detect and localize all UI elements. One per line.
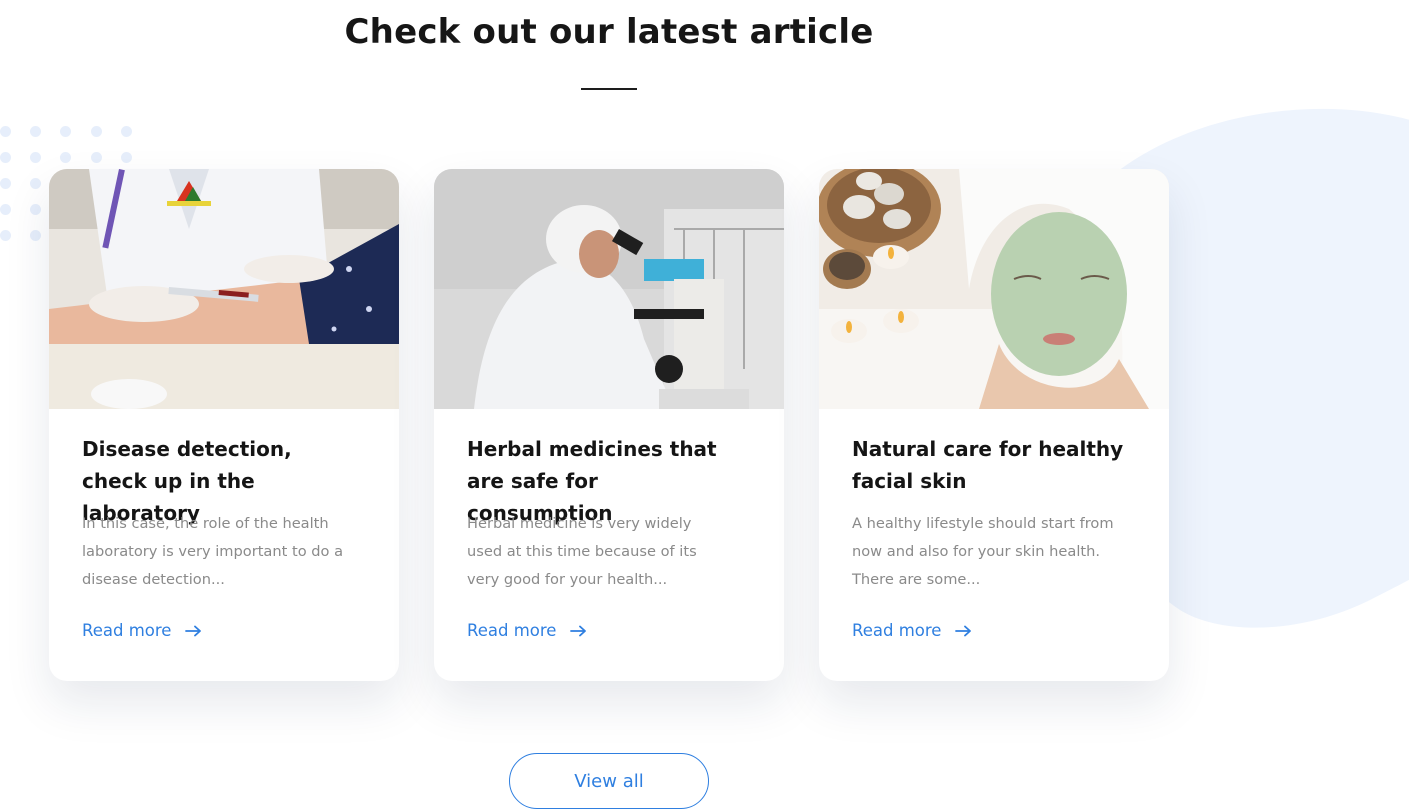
arrow-right-icon <box>185 625 202 636</box>
article-title[interactable]: Natural care for healthy facial skin <box>852 433 1132 497</box>
microscope-lab-photo-illustration <box>434 169 784 409</box>
arrow-right-icon <box>570 625 587 636</box>
article-description: A healthy lifestyle should start from no… <box>852 515 1114 588</box>
article-image-blood-test[interactable] <box>49 169 399 409</box>
section-title: Check out our latest article <box>344 12 874 52</box>
facial-mask-spa-photo-illustration <box>819 169 1169 409</box>
read-more-link[interactable]: Read more <box>467 621 588 640</box>
blood-test-photo-illustration <box>49 169 399 409</box>
read-more-label: Read more <box>467 621 557 640</box>
arrow-right-icon <box>955 625 972 636</box>
article-description: Herbal medicine is very widely used at t… <box>467 515 697 588</box>
article-image-microscope[interactable] <box>434 169 784 409</box>
article-description: In this case, the role of the health lab… <box>82 515 344 588</box>
articles-section: Check out our latest article Disease det… <box>0 0 1409 810</box>
article-card[interactable]: Disease detection, check up in the labor… <box>49 169 399 681</box>
article-card[interactable]: Natural care for healthy facial skin A h… <box>819 169 1169 681</box>
article-card[interactable]: Herbal medicines that are safe for consu… <box>434 169 784 681</box>
read-more-link[interactable]: Read more <box>82 621 203 640</box>
read-more-link[interactable]: Read more <box>852 621 973 640</box>
title-divider <box>581 88 637 90</box>
read-more-label: Read more <box>82 621 172 640</box>
article-image-facial-mask[interactable] <box>819 169 1169 409</box>
view-all-button[interactable]: View all <box>509 753 709 809</box>
read-more-label: Read more <box>852 621 942 640</box>
